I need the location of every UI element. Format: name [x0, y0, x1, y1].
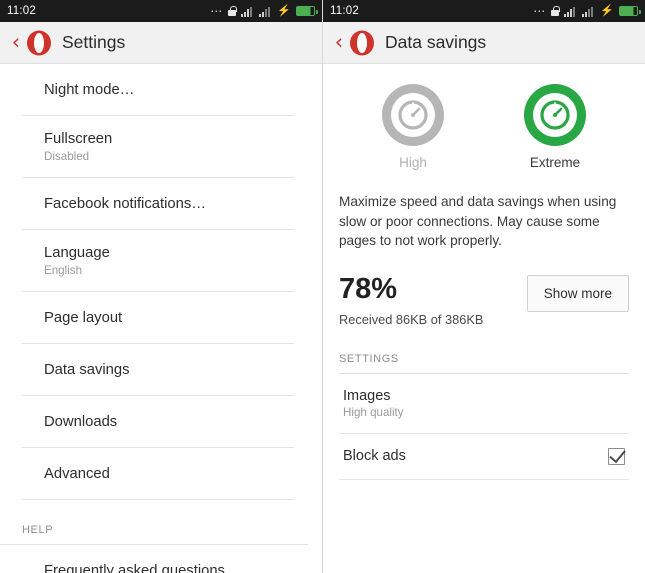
more-dots-icon: ⋯	[210, 4, 224, 18]
back-icon[interactable]: ‹	[331, 32, 347, 53]
list-item-label: Advanced	[44, 466, 110, 482]
list-item-text: Block ads	[343, 448, 406, 464]
list-item-label: Night mode…	[44, 82, 135, 98]
list-item-sublabel: Disabled	[44, 150, 90, 163]
list-item-facebook-notifications[interactable]: Facebook notifications…	[22, 178, 294, 230]
list-item-label: Data savings	[44, 362, 130, 378]
extreme-mode-dial-icon	[524, 84, 586, 146]
list-item-label: Language	[44, 245, 110, 261]
data-savings-screen: 11:02 ⋯ ⚡ ‹ Data savings High Extreme Ma…	[323, 0, 645, 573]
settings-list: Night mode… Fullscreen Disabled Facebook…	[0, 64, 322, 573]
list-item-images[interactable]: Images High quality	[339, 374, 629, 434]
list-item-label: Downloads	[44, 414, 118, 430]
back-icon[interactable]: ‹	[8, 32, 24, 53]
section-header-settings: SETTINGS	[339, 349, 629, 374]
list-item-language[interactable]: Language English	[22, 230, 294, 292]
list-item-block-ads[interactable]: Block ads	[339, 434, 629, 480]
data-savings-body: High Extreme Maximize speed and data sav…	[323, 64, 645, 480]
charging-bolt-icon: ⚡	[600, 4, 614, 17]
signal-icon	[564, 6, 577, 17]
gauge-icon	[540, 100, 570, 130]
status-icons: ⋯ ⚡	[533, 4, 641, 18]
signal-icon-2	[259, 6, 272, 17]
section-header-help: HELP	[0, 500, 308, 545]
list-item-data-savings[interactable]: Data savings	[22, 344, 294, 396]
lock-icon	[551, 6, 560, 16]
list-item-downloads[interactable]: Downloads	[22, 396, 294, 448]
charging-bolt-icon: ⚡	[277, 4, 291, 17]
mode-label: Extreme	[529, 155, 581, 170]
status-clock: 11:02	[330, 5, 359, 17]
mode-label: High	[399, 155, 427, 170]
mode-selector: High Extreme	[339, 64, 629, 170]
list-item-sublabel: High quality	[343, 405, 404, 419]
savings-stats: 78% Received 86KB of 386KB Show more	[339, 273, 629, 327]
list-item-label: Block ads	[343, 448, 406, 464]
more-dots-icon: ⋯	[533, 4, 547, 18]
battery-icon	[619, 6, 641, 16]
settings-list-items: Night mode… Fullscreen Disabled Facebook…	[0, 64, 322, 500]
list-item-label: Page layout	[44, 310, 123, 326]
list-item-faq[interactable]: Frequently asked questions	[22, 545, 294, 573]
list-item-label: Frequently asked questions	[44, 563, 225, 573]
lock-icon	[228, 6, 237, 16]
high-mode-dial-icon	[382, 84, 444, 146]
list-item-label: Fullscreen	[44, 131, 113, 147]
status-icons: ⋯ ⚡	[210, 4, 318, 18]
status-bar-left: 11:02 ⋯ ⚡	[0, 0, 322, 22]
received-text: Received 86KB of 386KB	[339, 311, 484, 327]
signal-icon	[241, 6, 254, 17]
opera-logo-icon	[26, 30, 52, 56]
list-item-sublabel: English	[44, 264, 83, 277]
action-bar-right: ‹ Data savings	[323, 22, 645, 64]
show-more-button[interactable]: Show more	[526, 274, 629, 312]
list-item-label: Images	[343, 387, 391, 404]
help-list: Frequently asked questions	[0, 545, 322, 573]
mode-option-high[interactable]: High	[370, 84, 456, 170]
status-bar-right: 11:02 ⋯ ⚡	[323, 0, 645, 22]
block-ads-checkbox[interactable]	[608, 447, 625, 465]
section-header-label: SETTINGS	[339, 352, 399, 365]
list-item-advanced[interactable]: Advanced	[22, 448, 294, 500]
signal-icon-2	[582, 6, 595, 17]
status-clock: 11:02	[7, 5, 36, 17]
savings-figures: 78% Received 86KB of 386KB	[339, 273, 483, 327]
page-title: Settings	[62, 32, 126, 52]
gauge-icon	[398, 100, 428, 130]
list-item-label: Facebook notifications…	[44, 196, 207, 212]
mode-description: Maximize speed and data savings when usi…	[339, 194, 617, 248]
savings-percent: 78%	[339, 272, 398, 305]
page-title: Data savings	[385, 32, 487, 52]
opera-logo-icon	[349, 30, 375, 56]
section-header-label: HELP	[22, 524, 54, 536]
list-item-fullscreen[interactable]: Fullscreen Disabled	[22, 116, 294, 178]
list-item-night-mode[interactable]: Night mode…	[22, 64, 294, 116]
action-bar-left: ‹ Settings	[0, 22, 322, 64]
dual-screenshot: 11:02 ⋯ ⚡ ‹ Settings Night mode… Fullscr…	[0, 0, 645, 573]
settings-screen: 11:02 ⋯ ⚡ ‹ Settings Night mode… Fullscr…	[0, 0, 323, 573]
mode-option-extreme[interactable]: Extreme	[512, 84, 598, 170]
battery-icon	[296, 6, 318, 16]
list-item-text: Images High quality	[343, 388, 404, 419]
list-item-page-layout[interactable]: Page layout	[22, 292, 294, 344]
